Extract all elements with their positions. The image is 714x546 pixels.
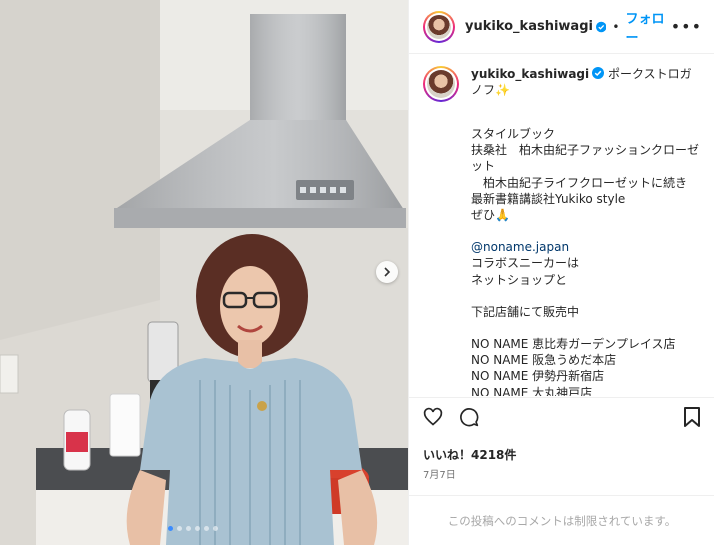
caption-line: NO NAME 恵比寿ガーデンプレイス店	[471, 337, 676, 352]
caption-username[interactable]: yukiko_kashiwagi	[471, 67, 589, 81]
caption-line: ぜひ🙏	[471, 208, 510, 223]
carousel-dot	[168, 526, 173, 531]
avatar[interactable]	[423, 10, 455, 43]
carousel-dot	[177, 526, 182, 531]
post-photo	[0, 0, 408, 545]
more-icon[interactable]: •••	[671, 17, 702, 36]
follow-button[interactable]: フォロー	[625, 8, 670, 46]
post-side-panel: yukiko_kashiwagi • フォロー ••• yukiko_kashi…	[408, 0, 714, 545]
caption-line: スタイルブック	[471, 127, 556, 141]
carousel-dot	[213, 526, 218, 531]
caption-line	[471, 223, 707, 239]
caption-line: ネットショップと	[471, 272, 568, 287]
caption-line: コラボスニーカーは	[471, 256, 580, 271]
action-bar	[409, 397, 714, 435]
post-date: 7月7日	[423, 470, 456, 481]
caption-line: 最新書籍講談社Yukiko style	[471, 191, 626, 206]
caption: yukiko_kashiwagi ポークストロガノフ✨ スタイルブック 扶桑社 柏…	[423, 66, 707, 396]
comment-button[interactable]	[459, 407, 479, 427]
caption-line: NO NAME 大丸神戸店	[471, 385, 593, 396]
kitchen-photo	[0, 0, 408, 545]
caption-line: 扶桑社 柏木由紀子ファッションクローゼット	[471, 143, 700, 174]
caption-line[interactable]: @noname.japan	[471, 239, 707, 255]
caption-line	[471, 288, 707, 304]
like-button[interactable]	[423, 407, 443, 427]
instagram-post: yukiko_kashiwagi • フォロー ••• yukiko_kashi…	[0, 0, 714, 545]
caption-avatar[interactable]	[423, 66, 459, 102]
comments-disabled-notice: この投稿へのコメントは制限されています。	[409, 495, 714, 546]
carousel-dot	[195, 526, 200, 531]
save-button[interactable]	[683, 406, 701, 427]
bookmark-icon	[684, 406, 700, 427]
likes-count[interactable]: いいね！4218件	[423, 446, 516, 463]
caption-line: NO NAME 阪急うめだ本店	[471, 353, 617, 368]
heart-icon	[423, 407, 443, 426]
caption-line: 下記店舗にて販売中	[471, 304, 580, 319]
caption-line	[471, 320, 707, 336]
carousel-next-button[interactable]	[376, 261, 398, 283]
verified-icon	[595, 21, 607, 32]
caption-lines: スタイルブック扶桑社 柏木由紀子ファッションクローゼット 柏木由紀子ライフクロー…	[471, 110, 707, 396]
header-separator: •	[612, 19, 620, 34]
carousel-dots	[168, 526, 218, 531]
verified-icon	[592, 67, 605, 79]
carousel-dot	[186, 526, 191, 531]
caption-line	[471, 110, 707, 126]
chevron-right-icon	[384, 267, 391, 277]
comment-icon	[460, 407, 479, 426]
caption-line: 柏木由紀子ライフクローゼットに続き	[471, 175, 688, 190]
header-username[interactable]: yukiko_kashiwagi	[465, 19, 593, 34]
post-header: yukiko_kashiwagi • フォロー •••	[409, 0, 714, 54]
carousel-dot	[204, 526, 209, 531]
caption-line: NO NAME 伊勢丹新宿店	[471, 369, 605, 384]
